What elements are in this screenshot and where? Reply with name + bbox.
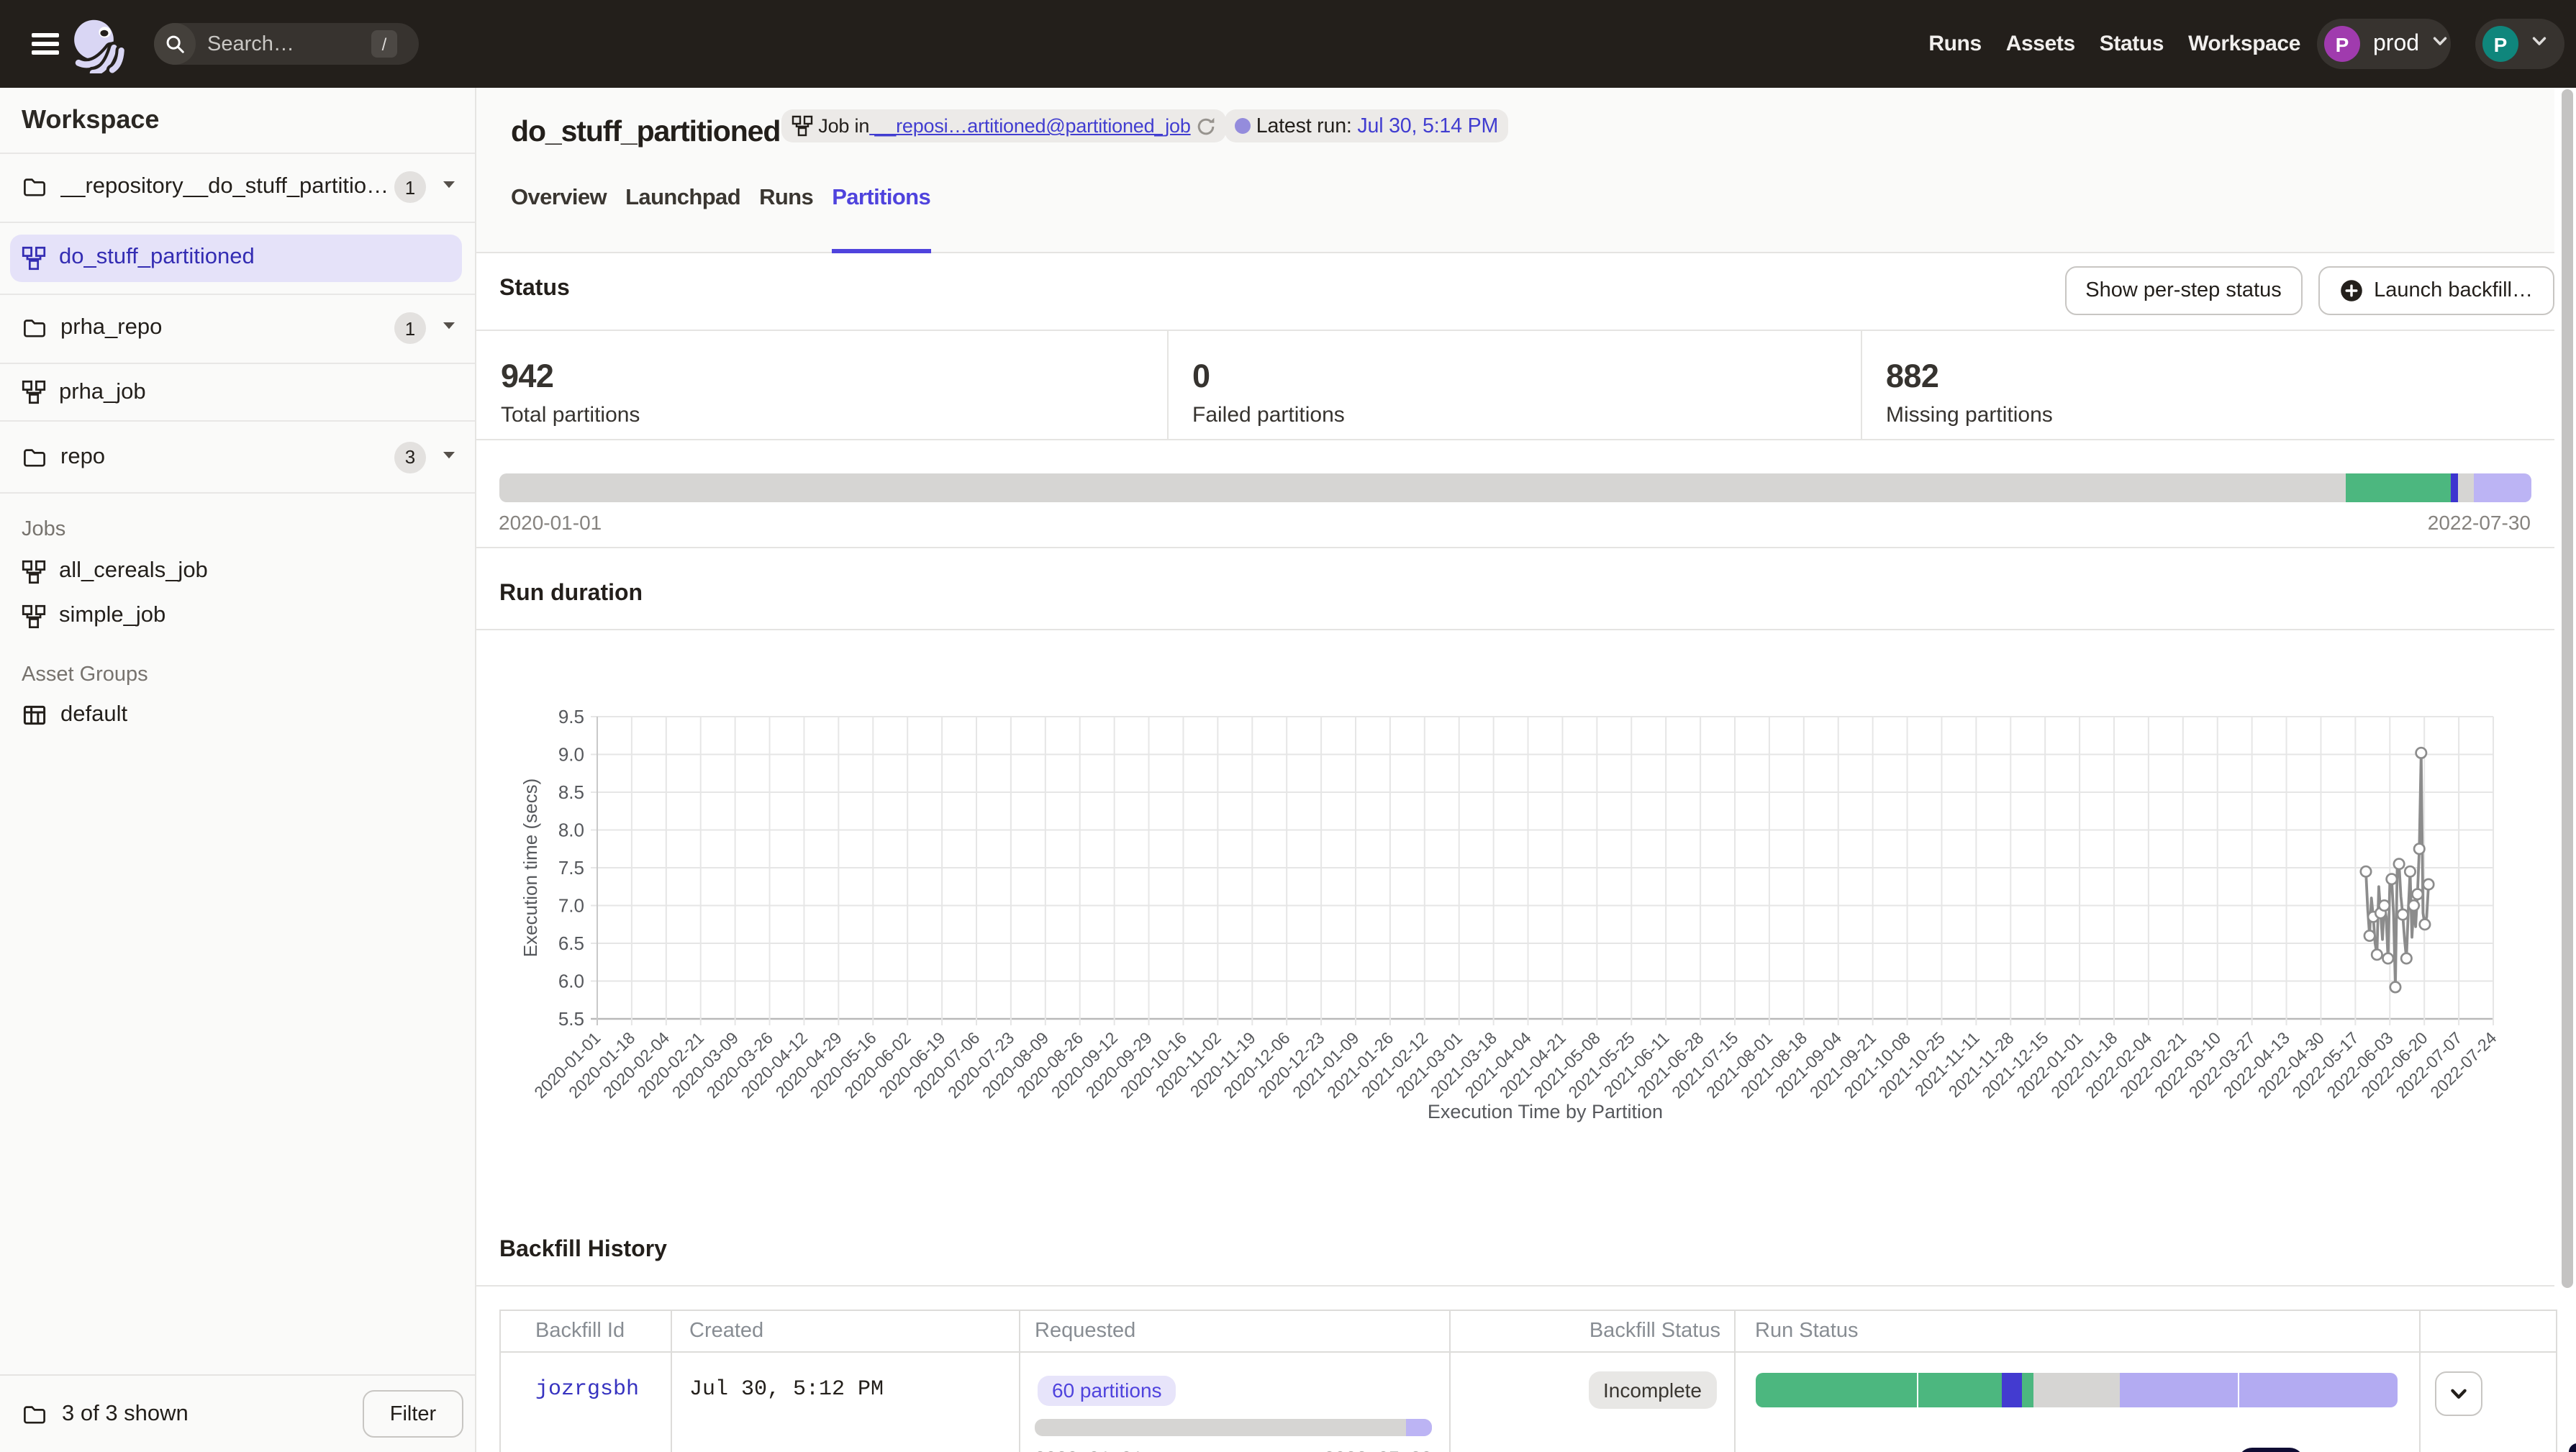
svg-text:6.0: 6.0	[558, 970, 584, 992]
svg-text:9.5: 9.5	[558, 705, 584, 727]
svg-text:6.5: 6.5	[558, 932, 584, 953]
svg-text:7.5: 7.5	[558, 856, 584, 878]
svg-text:Execution time (secs): Execution time (secs)	[520, 778, 541, 957]
svg-text:7.0: 7.0	[558, 894, 584, 916]
svg-text:Execution Time by Partition: Execution Time by Partition	[1428, 1100, 1663, 1122]
svg-text:8.5: 8.5	[558, 781, 584, 802]
svg-text:9.0: 9.0	[558, 743, 584, 765]
svg-text:5.5: 5.5	[558, 1007, 584, 1029]
svg-text:8.0: 8.0	[558, 819, 584, 840]
